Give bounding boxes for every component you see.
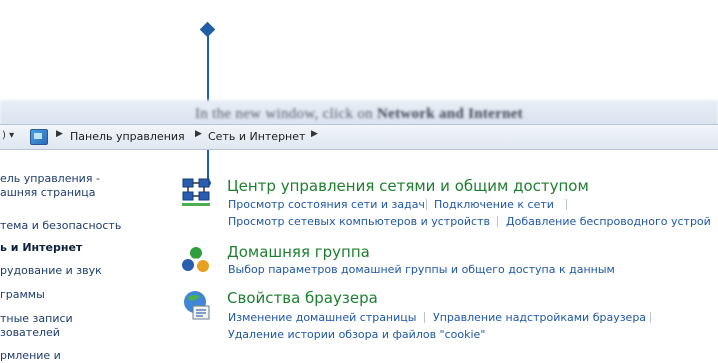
breadcrumb-separator-icon[interactable]: ▶ [56,129,63,139]
homegroup-icon[interactable] [180,244,212,276]
link-divider [566,199,567,210]
manage-addons-link[interactable]: Управление надстройками браузера [433,311,646,324]
nav-control-panel-home[interactable]: ашняя страница [0,186,95,200]
connect-to-network-link[interactable]: Подключение к сети [434,198,554,211]
nav-appearance[interactable]: рмление и [0,349,61,363]
nav-programs[interactable]: граммы [0,288,45,302]
nav-network-internet[interactable]: ь и Интернет [0,241,82,255]
link-divider [426,199,427,210]
breadcrumb-separator-icon[interactable]: ▶ [311,129,318,139]
breadcrumb-separator-icon[interactable]: ▶ [195,129,202,139]
delete-browsing-history-link[interactable]: Удаление истории обзора и файлов "cookie… [228,328,485,341]
control-panel-icon [30,129,48,145]
nav-control-panel-home[interactable]: ель управления - [0,172,100,186]
view-network-status-link[interactable]: Просмотр состояния сети и задач [228,198,425,211]
nav-user-accounts[interactable]: зователей [0,326,60,340]
breadcrumb-network-internet[interactable]: Сеть и Интернет [208,130,305,143]
address-bar: ) ▾ ▶ Панель управления ▶ Сеть и Интерне… [0,124,718,150]
add-wireless-device-link[interactable]: Добавление беспроводного устрой [506,215,711,228]
internet-options-title[interactable]: Свойства браузера [227,289,378,307]
nav-user-accounts[interactable]: тные записи [0,312,73,326]
network-sharing-icon[interactable] [180,176,212,208]
nav-system-security[interactable]: тема и безопасность [0,219,121,233]
internet-options-icon[interactable] [181,289,213,321]
link-divider [424,312,425,323]
homegroup-title[interactable]: Домашняя группа [227,243,370,261]
link-divider [497,216,498,227]
left-nav-pane: ель управления - ашняя страница тема и б… [0,150,165,363]
network-sharing-center-title[interactable]: Центр управления сетями и общим доступом [227,177,589,195]
view-network-computers-link[interactable]: Просмотр сетевых компьютеров и устройств [228,215,490,228]
breadcrumb-control-panel[interactable]: Панель управления [70,130,185,143]
nav-back-dropdown-icon[interactable]: ) ▾ [2,130,14,141]
caption-text: In the new window, click on Network and … [195,106,523,122]
nav-hardware-sound[interactable]: рудование и звук [0,264,102,278]
change-home-page-link[interactable]: Изменение домашней страницы [228,311,416,324]
homegroup-settings-link[interactable]: Выбор параметров домашней группы и общег… [228,263,615,276]
link-divider [650,312,651,323]
